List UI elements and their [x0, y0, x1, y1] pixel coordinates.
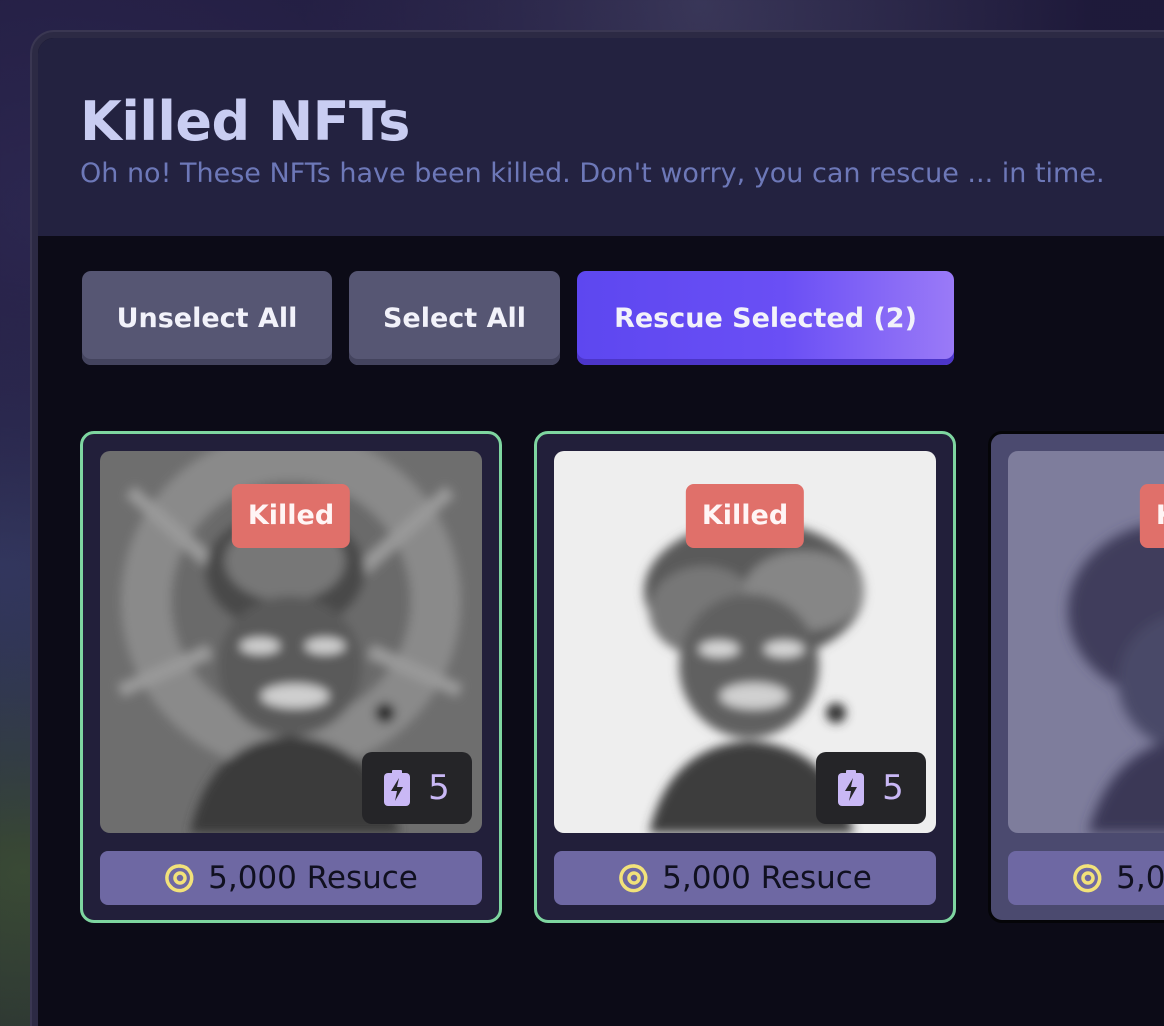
- rescue-cost-label: 5,000 Resuce: [662, 860, 872, 896]
- rescue-cost-label: 5,000 Resuce: [1116, 860, 1164, 896]
- nft-image: Killed 5: [1008, 451, 1164, 833]
- energy-badge: 5: [816, 752, 926, 824]
- energy-badge: 5: [362, 752, 472, 824]
- nft-card[interactable]: Killed 5: [534, 431, 956, 923]
- killed-badge: Killed: [231, 484, 351, 548]
- battery-bolt-icon: [384, 770, 411, 806]
- energy-value: 5: [882, 768, 904, 808]
- nft-card[interactable]: Killed 5: [80, 431, 502, 923]
- killed-badge: Killed: [685, 484, 805, 548]
- unselect-all-button[interactable]: Unselect All: [82, 271, 332, 365]
- modal-header: Killed NFTs Oh no! These NFTs have been …: [38, 38, 1164, 236]
- swirl-coin-icon: [1073, 864, 1102, 893]
- killed-nfts-modal: Killed NFTs Oh no! These NFTs have been …: [32, 32, 1164, 1026]
- rescue-cost-bar: 5,000 Resuce: [100, 851, 482, 905]
- rescue-cost-label: 5,000 Resuce: [208, 860, 418, 896]
- killed-badge: Killed: [1139, 484, 1164, 548]
- selection-toolbar: Unselect All Select All Rescue Selected …: [82, 271, 954, 365]
- nft-image: Killed 5: [100, 451, 482, 833]
- modal-subtitle: Oh no! These NFTs have been killed. Don'…: [80, 158, 1105, 189]
- battery-bolt-icon: [838, 770, 865, 806]
- swirl-coin-icon: [165, 864, 194, 893]
- nft-card-grid: Killed 5 5,000 Resuce Killed 5 5,000 Res…: [80, 431, 1164, 931]
- rescue-cost-bar: 5,000 Resuce: [1008, 851, 1164, 905]
- energy-value: 5: [428, 768, 450, 808]
- modal-title: Killed NFTs: [80, 90, 410, 153]
- nft-image: Killed 5: [554, 451, 936, 833]
- nft-card[interactable]: Killed 5: [988, 431, 1164, 923]
- swirl-coin-icon: [619, 864, 648, 893]
- rescue-selected-button[interactable]: Rescue Selected (2): [577, 271, 954, 365]
- rescue-cost-bar: 5,000 Resuce: [554, 851, 936, 905]
- select-all-button[interactable]: Select All: [349, 271, 560, 365]
